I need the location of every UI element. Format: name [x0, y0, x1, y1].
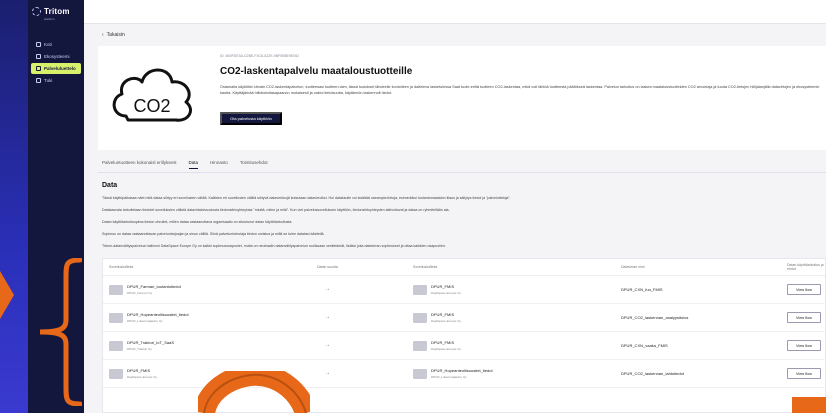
flow-name: DPUR_CXN_fuu_FMIS	[621, 287, 663, 292]
table-row: DPUR_Farmari_tuotantotiedot DPUR_Farmari…	[103, 276, 826, 304]
back-label: Takaisin	[106, 32, 125, 38]
brand-name: Tritom	[44, 7, 70, 16]
annotation-circle	[198, 371, 310, 413]
source-app[interactable]: DPUR_Farmari_tuotantotiedot	[127, 284, 181, 289]
data-paragraph: Datakasvala tarkoitetaan tiedotet sovell…	[102, 208, 450, 212]
source-org: DPUR_Farmari Oy	[127, 291, 153, 295]
target-app[interactable]: DPUR_Hopeanteollisuustiet_tiedot	[431, 368, 493, 373]
main-content: ‹ Takaisin CO2 ID: 4B0FDE3A-D2BE-F4C8-A2…	[84, 0, 826, 413]
app-thumbnail	[109, 369, 123, 379]
source-org: DPUR_Traktori Oy	[127, 347, 152, 351]
product-image: CO2	[102, 52, 202, 136]
app-thumbnail	[109, 341, 123, 351]
source-org: DPUR_Lukemusjaksho Oy	[127, 319, 163, 323]
view-flow-button[interactable]: View flow	[787, 368, 821, 379]
table-header: Sovellushallinta Datan suunta Sovellusha…	[103, 259, 825, 276]
tab-terms[interactable]: Toimitusehdot	[240, 160, 268, 169]
annotation-arrow	[0, 271, 14, 319]
target-app[interactable]: DPUR_FMIS	[431, 312, 454, 317]
target-app[interactable]: DPUR_FMIS	[431, 340, 454, 345]
back-link[interactable]: ‹ Takaisin	[102, 32, 125, 38]
sidebar-item-label: Ekosysteemi	[44, 54, 70, 59]
product-description: Ostamalla käytöltön tämän CO2-laskentapa…	[220, 85, 820, 95]
target-org: DPUR_Lukemusjaksho Oy	[431, 375, 467, 379]
top-bar	[84, 0, 826, 24]
data-paragraph: Tässä käyttöpaikassa näet mitä dataa sii…	[102, 196, 511, 200]
app-thumbnail	[413, 313, 427, 323]
data-paragraph: Datan käyttötarkoituspima tiedon ohrutle…	[102, 220, 293, 224]
chevron-left-icon: ‹	[102, 32, 104, 38]
logo-icon	[32, 7, 41, 16]
logo[interactable]: Tritom	[28, 0, 84, 18]
flow-name: DPUR_CO2_laskennan_lahtotiedot	[621, 371, 684, 376]
page-title: CO2-laskentapalvelu maataloustuotteille	[220, 66, 413, 77]
app-thumbnail	[109, 313, 123, 323]
table-row: DPUR_Traktori_IoT_SaaS DPUR_Traktori Oy …	[103, 332, 826, 360]
app-thumbnail	[413, 369, 427, 379]
help-icon	[36, 78, 41, 83]
target-app[interactable]: DPUR_FMIS	[431, 284, 454, 289]
source-app[interactable]: DPUR_FMIS	[127, 368, 150, 373]
arrow-right-icon: →	[325, 370, 330, 376]
app-thumbnail	[109, 285, 123, 295]
app-thumbnail	[413, 341, 427, 351]
source-org: DataSpace Europe Oy	[127, 375, 158, 379]
sidebar-item-palveluluettelo[interactable]: Palveluluettelo	[31, 63, 81, 74]
target-org: DataSpace Europe Oy	[431, 347, 462, 351]
column-header: Datan suunta	[317, 265, 338, 269]
view-flow-button[interactable]: View flow	[787, 312, 821, 323]
target-org: DataSpace Europe Oy	[431, 291, 462, 295]
data-paragraph: Tritom-datanvälityspalvelua hallinnoi Da…	[102, 244, 446, 248]
target-org: DataSpace Europe Oy	[431, 319, 462, 323]
tab-bar: Palveluntuotteen kokonaisl erillyksest D…	[102, 160, 268, 169]
tab-pricing[interactable]: Hinnasto	[210, 160, 228, 169]
tab-overview[interactable]: Palveluntuotteen kokonaisl erillyksest	[102, 160, 177, 169]
sidebar-item-label: Tuki	[44, 78, 53, 83]
flow-name: DPUR_CO2_laskennan_analyysitulos	[621, 315, 689, 320]
product-card: CO2 ID: 4B0FDE3A-D2BE-F4C8-A22E-9BF0B8E9…	[98, 46, 826, 150]
activate-service-button[interactable]: Ota palvelusta käyttöön	[220, 112, 282, 125]
sidebar-item-label: Palveluluettelo	[44, 66, 76, 71]
annotation-marker	[792, 397, 826, 413]
view-flow-button[interactable]: View flow	[787, 284, 821, 295]
tab-data[interactable]: Data	[188, 160, 199, 169]
column-header: Datavirran nimi	[621, 265, 645, 269]
column-header: Sovellushallinta	[413, 265, 438, 269]
sidebar-item-tuki[interactable]: Tuki	[31, 75, 81, 86]
catalog-icon	[36, 66, 41, 71]
annotation-brace	[39, 258, 82, 406]
view-flow-button[interactable]: View flow	[787, 340, 821, 351]
flow-name: DPUR_CXN_vaaka_FMIS	[621, 343, 668, 348]
source-app[interactable]: DPUR_Hopeanteollisuustiet_tiedot	[127, 312, 189, 317]
brand-tagline: platform	[44, 17, 55, 21]
product-id: ID: 4B0FDE3A-D2BE-F4C8-A22E-9BF0B8E9E052	[220, 54, 299, 58]
source-app[interactable]: DPUR_Traktori_IoT_SaaS	[127, 340, 174, 345]
table-row: DPUR_Hopeanteollisuustiet_tiedot DPUR_Lu…	[103, 304, 826, 332]
section-title: Data	[102, 182, 118, 189]
data-paragraph: Sopimus on dataa vastaanottavan palvelun…	[102, 232, 325, 236]
home-icon	[36, 42, 41, 47]
tab-divider	[98, 172, 826, 173]
sidebar-nav: Koti Ekosysteemi Palveluluettelo Tuki	[28, 39, 84, 86]
column-header: Datan käyttötarkoitus ja ehdot	[787, 263, 824, 271]
product-image-text: CO2	[133, 96, 170, 116]
arrow-right-icon: →	[325, 342, 330, 348]
sidebar-item-koti[interactable]: Koti	[31, 39, 81, 50]
sidebar-item-label: Koti	[44, 42, 52, 47]
cloud-co2-icon: CO2	[112, 68, 192, 122]
network-icon	[36, 54, 41, 59]
sidebar-item-ekosysteemi[interactable]: Ekosysteemi	[31, 51, 81, 62]
arrow-right-icon: →	[325, 314, 330, 320]
app-thumbnail	[413, 285, 427, 295]
arrow-right-icon: →	[325, 286, 330, 292]
column-header: Sovellushallinta	[109, 265, 134, 269]
